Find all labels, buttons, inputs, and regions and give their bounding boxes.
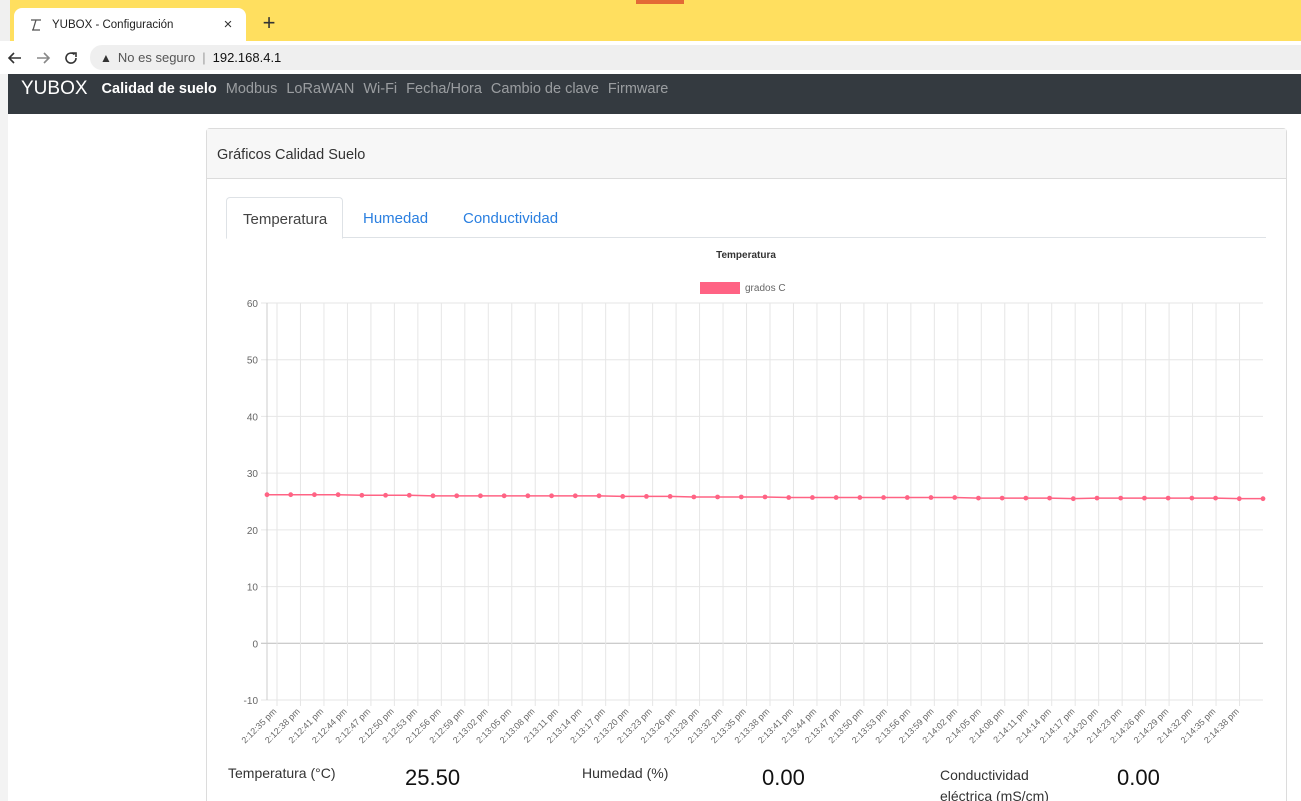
- data-point: [620, 493, 626, 499]
- data-point: [525, 493, 531, 499]
- data-point: [572, 493, 578, 499]
- data-point: [1094, 495, 1100, 501]
- data-point: [264, 492, 270, 498]
- data-point: [644, 493, 649, 499]
- data-point: [1070, 496, 1076, 502]
- data-point: [312, 492, 317, 498]
- data-point: [549, 493, 554, 499]
- y-tick-label: 30: [247, 469, 259, 480]
- y-tick-label: 20: [247, 526, 259, 537]
- humidity-value: 0.00: [762, 765, 805, 790]
- y-tick-label: 60: [247, 299, 259, 310]
- data-point: [857, 495, 863, 500]
- data-point: [359, 492, 365, 498]
- data-point: [596, 493, 602, 499]
- data-point: [786, 495, 792, 500]
- data-point: [478, 493, 483, 499]
- data-point: [335, 492, 341, 498]
- data-point: [1142, 495, 1147, 501]
- data-point: [952, 495, 958, 500]
- data-point: [999, 495, 1005, 501]
- data-point: [1118, 495, 1124, 501]
- data-point: [1023, 495, 1029, 501]
- data-point: [976, 495, 981, 501]
- data-point: [928, 495, 934, 500]
- y-tick-label: -10: [244, 696, 259, 707]
- data-point: [691, 494, 697, 500]
- data-point: [762, 494, 768, 500]
- data-point: [1189, 495, 1195, 501]
- temperature-chart: Temperaturagrados C-1001020304050602:12:…: [240, 250, 1266, 745]
- data-point: [1213, 495, 1218, 501]
- data-point: [1260, 496, 1266, 502]
- data-point: [881, 495, 886, 500]
- data-point: [501, 493, 507, 499]
- data-point: [1236, 496, 1242, 502]
- y-tick-label: 40: [247, 412, 259, 423]
- conductivity-label: Conductividad eléctrica (mS/cm): [940, 767, 1049, 801]
- data-point: [715, 494, 720, 500]
- data-point: [454, 493, 460, 499]
- data-point: [810, 495, 815, 500]
- chart-title: Temperatura: [716, 250, 776, 261]
- temperature-label: Temperatura (°C): [228, 765, 336, 781]
- legend-swatch: [700, 282, 740, 294]
- data-point: [288, 492, 294, 498]
- data-point: [904, 495, 910, 500]
- conductivity-value: 0.00: [1117, 765, 1160, 790]
- legend-label: grados C: [745, 283, 786, 294]
- data-point: [406, 492, 412, 498]
- y-tick-label: 0: [252, 639, 258, 650]
- data-point: [1165, 495, 1171, 501]
- temperature-value: 25.50: [405, 765, 461, 790]
- y-tick-label: 10: [247, 583, 259, 594]
- y-tick-label: 50: [247, 356, 259, 367]
- data-point: [383, 492, 388, 498]
- humidity-label: Humedad (%): [582, 765, 669, 781]
- data-point: [667, 493, 673, 499]
- data-point: [1047, 495, 1052, 501]
- data-point: [738, 494, 744, 500]
- data-point: [430, 493, 436, 499]
- data-point: [833, 495, 839, 500]
